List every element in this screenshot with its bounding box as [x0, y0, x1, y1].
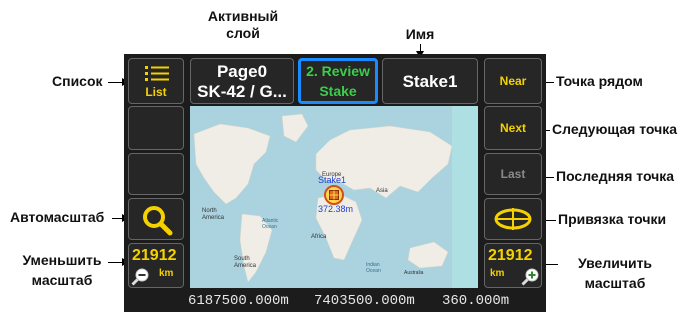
left-empty-button-1[interactable]: [128, 106, 184, 150]
near-label: Near: [499, 74, 527, 88]
annotation-last-point: Последняя точка: [556, 168, 675, 184]
map-label-atlantic-ocean: Atlantic Ocean: [262, 218, 279, 230]
near-button[interactable]: Near: [484, 58, 542, 104]
annotation-snap-point: Привязка точки: [558, 211, 667, 227]
map-label-africa: Africa: [311, 234, 327, 240]
map-view[interactable]: North America Atlantic Ocean South Ameri…: [190, 106, 478, 288]
zoom-out-scale-unit: km: [159, 268, 174, 279]
zoom-out-scale-value: 21912: [132, 247, 177, 264]
zoom-in-scale-unit: km: [490, 268, 505, 279]
annotation-zoom-out: Уменьшить масштаб: [22, 252, 102, 288]
review-mode-label: 2. Review: [306, 63, 370, 79]
annotation-autoscale-arrow: [112, 214, 129, 222]
annotation-zoom-in: Увеличить масштаб: [577, 255, 653, 291]
coord-y-value: 7403500.000m: [314, 293, 415, 309]
stake-marker-name: Stake1: [318, 175, 347, 185]
autoscale-button[interactable]: [128, 198, 184, 240]
status-bar: 6187500.000m 7403500.000m 360.000m: [124, 290, 546, 312]
next-label: Next: [499, 121, 526, 135]
stake-marker-icon[interactable]: [324, 185, 344, 205]
last-button[interactable]: Last: [484, 153, 542, 195]
object-name-label: Stake1: [402, 72, 458, 91]
map-label-north-america: North America: [202, 208, 225, 221]
review-type-label: Stake: [319, 83, 357, 99]
left-empty-button-2[interactable]: [128, 153, 184, 195]
zoom-out-icon: [131, 268, 149, 286]
object-name-button[interactable]: Stake1: [382, 58, 478, 104]
heading-value: 360.000m: [442, 293, 510, 309]
zoom-out-button[interactable]: 21912 km: [128, 243, 184, 288]
map-label-south-america: South America: [234, 256, 257, 269]
zoom-in-scale-value: 21912: [488, 247, 533, 264]
list-icon: [145, 66, 169, 81]
list-button[interactable]: List: [128, 58, 184, 104]
magnifier-icon: [143, 206, 173, 236]
annotation-near-point: Точка рядом: [556, 73, 643, 89]
map-label-asia: Asia: [376, 188, 388, 194]
app-screen: List Page0 SK-42 / G... 2. Review Stake …: [124, 54, 546, 312]
annotation-autoscale: Автомасштаб: [10, 209, 105, 225]
coord-x-value: 6187500.000m: [188, 293, 289, 309]
annotation-name: Имя: [405, 26, 435, 42]
map-label-indian-ocean: Indian Ocean: [366, 262, 381, 274]
annotation-list-arrow: [108, 78, 129, 86]
stake-marker-distance: 372.38m: [318, 204, 354, 214]
annotation-next-point: Следующая точка: [552, 121, 678, 137]
active-layer-button[interactable]: Page0 SK-42 / G...: [190, 58, 294, 104]
last-label: Last: [500, 167, 526, 181]
annotation-active-layer: Активный слой: [207, 8, 279, 41]
annotation-name-arrow: [416, 44, 424, 58]
layer-crs-label: SK-42 / G...: [197, 82, 287, 101]
zoom-in-icon: [521, 268, 539, 286]
annotation-list: Список: [52, 73, 103, 89]
snap-point-button[interactable]: [484, 198, 542, 240]
map-label-australia: Australia: [404, 270, 424, 276]
zoom-in-button[interactable]: 21912 km: [484, 243, 542, 288]
next-button[interactable]: Next: [484, 106, 542, 150]
review-stake-button[interactable]: 2. Review Stake: [298, 58, 378, 104]
snap-point-icon: [494, 208, 532, 230]
layer-page-label: Page0: [216, 62, 268, 81]
list-button-label: List: [145, 85, 167, 99]
annotation-zoom-out-arrow: [108, 258, 129, 266]
